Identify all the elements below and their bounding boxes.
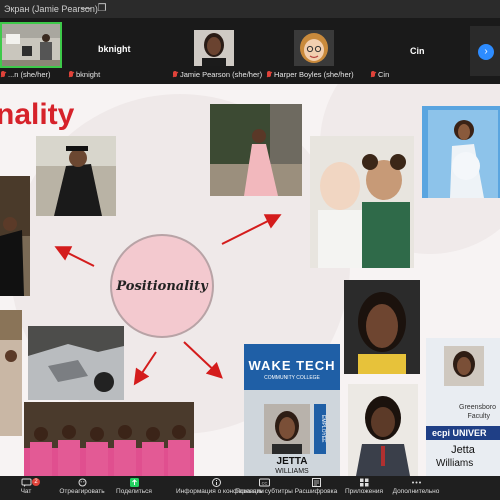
apps-icon bbox=[359, 478, 368, 487]
participant-strip: ...n (she/her) bknight bknight Jamie Pea… bbox=[0, 18, 500, 82]
participant-name: Jamie Pearson (she/her) bbox=[172, 70, 262, 79]
participant-tile[interactable]: Jamie Pearson (she/her) bbox=[160, 22, 262, 80]
photo-car-accident bbox=[28, 326, 124, 400]
participant-tile[interactable]: Harper Boyles (she/her) bbox=[262, 22, 362, 80]
chat-button[interactable]: Чат 2 bbox=[0, 478, 56, 495]
participant-name: Harper Boyles (she/her) bbox=[266, 70, 354, 79]
positionality-label: Positionality bbox=[116, 278, 208, 294]
photo-children bbox=[310, 136, 414, 268]
video-feed bbox=[2, 24, 60, 66]
info-icon bbox=[211, 478, 221, 487]
participant-tile[interactable]: ...n (she/her) bbox=[0, 22, 62, 80]
next-page-button[interactable]: › bbox=[478, 44, 494, 60]
avatar bbox=[294, 30, 334, 66]
participant-video bbox=[0, 22, 62, 68]
chat-icon bbox=[21, 478, 31, 487]
chat-badge: 2 bbox=[32, 478, 40, 486]
mic-muted-icon bbox=[172, 70, 178, 79]
react-icon bbox=[78, 478, 86, 487]
minimize-icon[interactable]: — bbox=[80, 3, 92, 15]
video-feed bbox=[194, 30, 234, 66]
photo-maternity bbox=[422, 106, 500, 198]
photo-formal-gown bbox=[210, 104, 302, 196]
participant-tile[interactable]: Cin Cin bbox=[364, 22, 464, 80]
participant-display-name: Cin bbox=[410, 46, 425, 56]
participant-tile[interactable]: bknight bknight bbox=[64, 22, 160, 80]
shared-screen-slide: nality WAKE TECH COMMUNITY COLLEGE EMPLO… bbox=[0, 84, 500, 476]
participant-name: ...n (she/her) bbox=[0, 70, 51, 79]
wake-tech-badge: WAKE TECH COMMUNITY COLLEGE EMPLOYEE JET… bbox=[244, 344, 340, 476]
title-bar: Экран (Jamie Pearson) — ❐ bbox=[0, 0, 500, 18]
photo-selfie bbox=[344, 280, 420, 374]
participant-video bbox=[294, 30, 334, 66]
svg-text:CC: CC bbox=[261, 481, 267, 486]
mic-muted-icon bbox=[68, 70, 74, 79]
react-button[interactable]: Отреагировать bbox=[52, 478, 112, 495]
cc-icon: CC bbox=[258, 478, 270, 487]
badge-employee-tag: EMPLOYEE bbox=[314, 404, 326, 454]
captions-button[interactable]: CC Показать субтитры bbox=[234, 478, 294, 495]
ecpi-badge: Greensboro Faculty ecpi UNIVER Jetta Wil… bbox=[426, 338, 500, 476]
participant-name: bknight bbox=[68, 70, 100, 79]
badge-campus: Greensboro bbox=[459, 404, 496, 411]
slide-title: nality bbox=[0, 98, 75, 131]
mic-muted-icon bbox=[266, 70, 272, 79]
participant-name: Cin bbox=[370, 70, 389, 79]
badge-first-name: JETTA bbox=[276, 456, 308, 467]
badge-brand: ecpi UNIVER bbox=[426, 426, 500, 440]
badge-photo bbox=[264, 404, 310, 454]
photo-headshot bbox=[348, 384, 418, 476]
badge-photo bbox=[444, 346, 484, 386]
zoom-window: Экран (Jamie Pearson) — ❐ ...n (she/her) bbox=[0, 0, 500, 500]
share-icon bbox=[129, 478, 139, 487]
badge-role: Faculty bbox=[467, 413, 490, 420]
mic-muted-icon bbox=[0, 70, 6, 79]
photo-left-group bbox=[0, 310, 22, 436]
more-icon bbox=[411, 481, 421, 484]
positionality-circle: Positionality bbox=[110, 234, 214, 338]
apps-button[interactable]: Приложения bbox=[334, 478, 394, 495]
restore-icon[interactable]: ❐ bbox=[96, 3, 108, 15]
badge-first-name: Jetta bbox=[451, 444, 475, 456]
share-button[interactable]: Поделиться bbox=[104, 478, 164, 495]
participant-video bbox=[194, 30, 234, 66]
mic-muted-icon bbox=[370, 70, 376, 79]
more-button[interactable]: Дополнительно bbox=[386, 478, 446, 495]
photo-graduate bbox=[36, 136, 116, 216]
photo-group-pink bbox=[24, 402, 194, 476]
badge-last-name: Williams bbox=[436, 458, 474, 469]
participant-display-name: bknight bbox=[98, 44, 131, 54]
badge-college-name: WAKE TECH bbox=[248, 358, 336, 373]
meeting-toolbar: Чат 2 Отреагировать Поделиться Информаци… bbox=[0, 476, 500, 500]
transcript-icon bbox=[311, 478, 321, 487]
photo-left-person bbox=[0, 176, 30, 296]
badge-last-name: WILLIAMS bbox=[275, 468, 309, 475]
badge-college-subtitle: COMMUNITY COLLEGE bbox=[264, 375, 320, 381]
